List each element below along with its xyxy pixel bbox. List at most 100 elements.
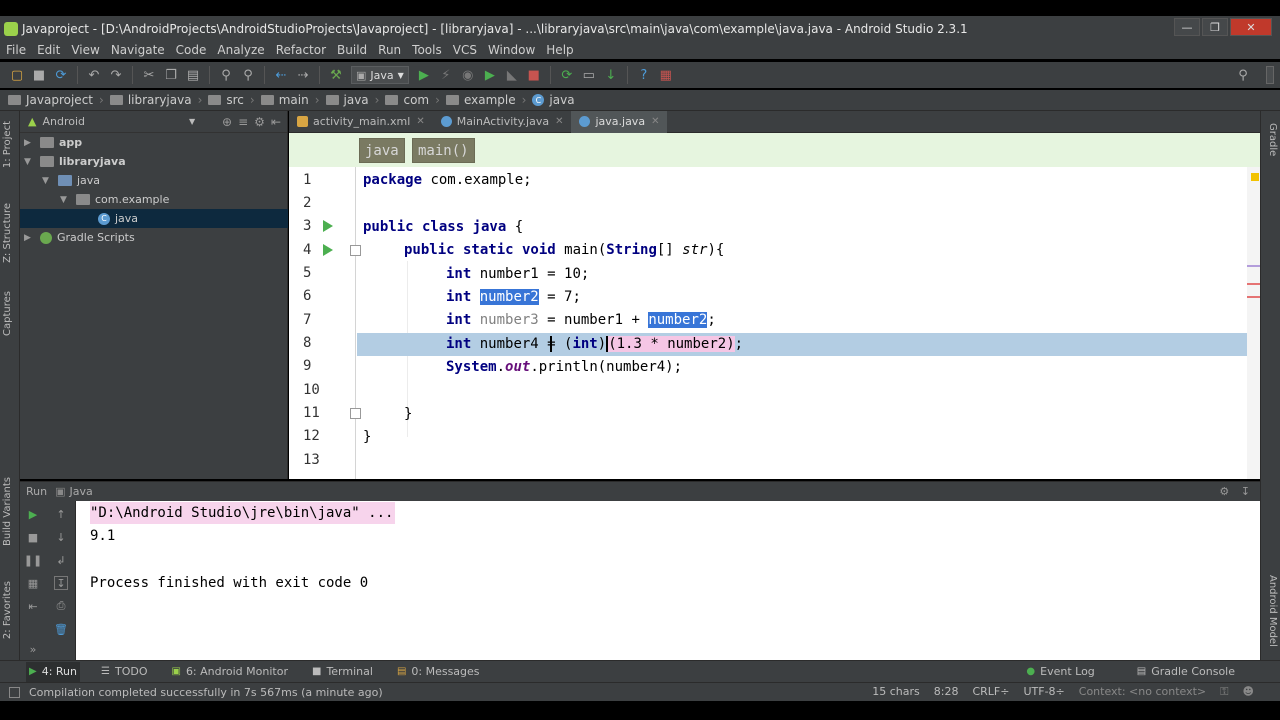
lock-icon[interactable]: ⚿ [1220,685,1228,699]
save-icon[interactable]: ■ [31,67,47,83]
menu-tools[interactable]: Tools [412,43,442,57]
stop-icon[interactable]: ■ [526,67,542,83]
close-button[interactable]: ✕ [1230,18,1272,36]
breadcrumb-item[interactable]: Javaproject › [8,93,104,107]
caret-position[interactable]: 8:28 [934,685,959,699]
warning-indicator[interactable] [1251,173,1259,181]
forward-icon[interactable]: ⇢ [295,67,311,83]
menu-refactor[interactable]: Refactor [276,43,326,57]
collapse-arrow-icon[interactable]: ▼ [24,157,34,167]
tool-windows-toggle-icon[interactable] [9,686,20,698]
breadcrumb-item[interactable]: Cjava [532,93,575,107]
chevron-down-icon[interactable]: ▼ [189,117,195,126]
tab-java-java[interactable]: java.java ✕ [571,110,668,133]
stop-icon[interactable]: ■ [26,530,40,544]
tab-favorites[interactable]: 2: Favorites [2,581,18,639]
help-icon[interactable]: ? [636,67,652,83]
print-icon[interactable]: ⎙ [54,599,68,613]
run-icon[interactable]: ▶ [416,67,432,83]
toolbar-scrollbar[interactable] [1266,66,1274,84]
scroll-down-icon[interactable]: ↓ [54,530,68,544]
collapse-arrow-icon[interactable]: ▼ [60,195,70,205]
status-message[interactable]: Compilation completed successfully in 7s… [29,686,383,699]
run-config-tab[interactable]: Java [70,485,93,498]
tab-build-variants[interactable]: Build Variants [2,477,18,546]
maximize-button[interactable]: ❐ [1202,18,1228,36]
menu-help[interactable]: Help [546,43,573,57]
expand-arrow-icon[interactable]: ▶ [24,138,34,148]
copy-icon[interactable]: ❐ [163,67,179,83]
menu-analyze[interactable]: Analyze [217,43,264,57]
gear-icon[interactable]: ⚙ [1219,485,1229,498]
usage-marker[interactable] [1247,265,1260,267]
redo-icon[interactable]: ↷ [108,67,124,83]
fold-method-end-icon[interactable] [350,408,361,419]
expand-arrow-icon[interactable]: ▶ [24,233,34,243]
editor-breadcrumb-method[interactable]: main() [412,138,475,163]
error-stripe[interactable] [1247,167,1260,479]
run-console[interactable]: "D:\Android Studio\jre\bin\java" ... 9.1… [76,501,1260,660]
tree-item-java-folder[interactable]: ▼ java [20,171,288,190]
menu-build[interactable]: Build [337,43,367,57]
menu-file[interactable]: File [6,43,26,57]
line-separator[interactable]: CRLF÷ [972,685,1009,699]
tab-gradle-console[interactable]: ▤ Gradle Console [1134,662,1238,682]
menu-code[interactable]: Code [176,43,207,57]
undo-icon[interactable]: ↶ [86,67,102,83]
project-view-select[interactable]: Android [42,115,85,128]
tab-mainactivity-java[interactable]: MainActivity.java ✕ [433,111,572,133]
close-tab-icon[interactable]: ✕ [416,116,424,127]
breadcrumb-item[interactable]: example › [445,93,526,107]
breadcrumb-item[interactable]: com › [385,93,440,107]
tab-gradle[interactable]: Gradle [1262,123,1278,156]
run-main-gutter-icon[interactable] [323,244,333,256]
gradle-sync-icon[interactable]: ⟳ [559,67,575,83]
make-project-icon[interactable]: ⚒ [328,67,344,83]
menu-navigate[interactable]: Navigate [111,43,165,57]
attach-debugger-icon[interactable]: ◣ [504,67,520,83]
breadcrumb-item[interactable]: libraryjava › [109,93,202,107]
close-tab-icon[interactable]: ✕ [555,116,563,127]
avd-manager-icon[interactable]: ▭ [581,67,597,83]
file-encoding[interactable]: UTF-8÷ [1023,685,1064,699]
sync-icon[interactable]: ⟳ [53,67,69,83]
hide-panel-icon[interactable]: ⇤ [271,115,281,129]
line-number-gutter[interactable]: 1 2 3 4 5 6 7 8 9 10 11 12 13 [289,167,361,479]
dump-threads-icon[interactable]: ▦ [26,576,40,590]
scroll-up-icon[interactable]: ↑ [54,507,68,521]
tab-android-monitor[interactable]: ▣ 6: Android Monitor [168,662,291,682]
usage-marker[interactable] [1247,296,1260,298]
pause-icon[interactable]: ❚❚ [24,553,42,567]
breadcrumb-item[interactable]: main › [260,93,320,107]
tab-structure[interactable]: Z: Structure [2,203,18,263]
tab-captures[interactable]: Captures [2,291,18,336]
more-actions-icon[interactable]: » [26,642,40,656]
minimize-button[interactable]: — [1174,18,1200,36]
open-folder-icon[interactable]: ▢ [9,67,25,83]
menu-run[interactable]: Run [378,43,401,57]
rerun-icon[interactable]: ▶ [26,507,40,521]
search-everywhere-icon[interactable]: ⚲ [1235,67,1251,83]
tab-todo[interactable]: ☰ TODO [98,662,150,682]
tab-run[interactable]: ▶ 4: Run [26,661,80,682]
cut-icon[interactable]: ✂ [141,67,157,83]
tree-item-app[interactable]: ▶ app [20,133,288,152]
scroll-to-end-icon[interactable]: ↧ [54,576,68,590]
editor-breadcrumb-class[interactable]: java [359,138,405,163]
gear-icon[interactable]: ⚙ [254,115,265,129]
debug-icon[interactable]: ◉ [460,67,476,83]
usage-marker[interactable] [1247,283,1260,285]
fold-method-icon[interactable] [350,245,361,256]
breadcrumb-item[interactable]: java › [325,93,379,107]
back-icon[interactable]: ⇠ [273,67,289,83]
tree-item-com-example[interactable]: ▼ com.example [20,190,288,209]
breadcrumb-item[interactable]: src › [208,93,255,107]
hector-icon[interactable]: ☻ [1243,685,1254,699]
replace-icon[interactable]: ⚲ [240,67,256,83]
close-tab-icon[interactable]: ✕ [651,116,659,127]
menu-vcs[interactable]: VCS [453,43,477,57]
device-monitor-icon[interactable]: ▦ [658,67,674,83]
menu-view[interactable]: View [71,43,99,57]
tab-terminal[interactable]: ■ Terminal [309,662,376,682]
menu-edit[interactable]: Edit [37,43,60,57]
